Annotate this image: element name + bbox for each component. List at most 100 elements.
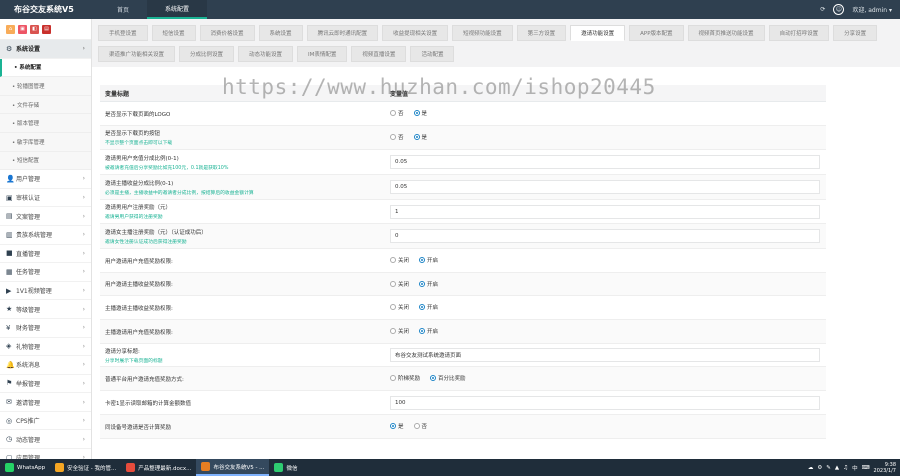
radio-option[interactable]: 百分比奖励	[430, 374, 466, 382]
radio-option[interactable]: 开启	[419, 327, 438, 335]
radio-unchecked-icon[interactable]	[390, 134, 396, 140]
sidebar-group[interactable]: ¥ 财务管理 ›	[0, 318, 91, 338]
radio-option[interactable]: 否	[413, 422, 427, 430]
setting-input[interactable]: 布谷交友测试系统邀请页面	[390, 348, 820, 362]
setting-input[interactable]: 100	[390, 395, 820, 410]
radio-checked-icon[interactable]	[413, 110, 420, 116]
tray-icon[interactable]: 中	[852, 464, 858, 472]
radio-option[interactable]: 开启	[419, 303, 438, 311]
settings-tab[interactable]: 手机登设置	[98, 25, 148, 41]
sidebar-group[interactable]: ◎ CPS推广 ›	[0, 411, 91, 431]
radio-unchecked-icon[interactable]	[390, 257, 396, 263]
sidebar-group[interactable]: ▤ 文案管理 ›	[0, 207, 91, 226]
sidebar-group[interactable]: 🔔 系统消息 ›	[0, 356, 91, 375]
setting-input[interactable]: 0	[390, 229, 820, 243]
sidebar-subitem[interactable]: • 文件存储	[0, 95, 91, 115]
sidebar-group[interactable]: ▶ 1V1视频管理 ›	[0, 281, 91, 301]
settings-tab[interactable]: 动态功能设置	[238, 46, 294, 62]
radio-unchecked-icon[interactable]	[413, 423, 420, 429]
setting-input[interactable]: 0.05	[390, 155, 820, 169]
radio-option[interactable]: 关闭	[390, 280, 409, 288]
radio-checked-icon[interactable]	[419, 304, 426, 310]
taskbar-app[interactable]: 产品整理最新.docx...	[121, 459, 196, 476]
tray-icon[interactable]: ⚙	[817, 465, 822, 471]
radio-checked-icon[interactable]	[430, 375, 437, 381]
settings-tab[interactable]: 收益提现相关设置	[382, 25, 449, 41]
radio-checked-icon[interactable]	[413, 134, 420, 140]
sidebar-group[interactable]: 👤 用户管理 ›	[0, 170, 91, 189]
radio-unchecked-icon[interactable]	[390, 280, 396, 287]
tray-icon[interactable]: ♫	[843, 465, 848, 471]
radio-checked-icon[interactable]	[390, 423, 396, 429]
settings-tab[interactable]: 视频直播设置	[351, 46, 407, 62]
radio-checked-icon[interactable]	[419, 257, 426, 263]
settings-tab[interactable]: 短信设置	[151, 25, 196, 41]
settings-tab[interactable]: IM表情配置	[297, 46, 348, 62]
sidebar-subitem[interactable]: • 短信配置	[0, 151, 91, 171]
top-tab-home[interactable]: 首页	[99, 0, 147, 19]
top-tab-system-config[interactable]: 系统配置	[147, 0, 208, 19]
sidebar-toggle-icon[interactable]: ◧	[30, 24, 39, 34]
radio-option[interactable]: 是	[413, 133, 427, 141]
sidebar-group[interactable]: ◷ 动态管理 ›	[0, 430, 91, 450]
home-icon[interactable]: ⌂	[6, 24, 15, 34]
settings-tab[interactable]: 分享设置	[833, 25, 878, 41]
settings-tab[interactable]: 自动打招呼设置	[768, 25, 830, 41]
radio-option[interactable]: 关闭	[390, 327, 409, 335]
user-menu[interactable]: 欢迎, admin ▾	[852, 5, 892, 14]
sidebar-subitem[interactable]: • 轮播图管理	[0, 77, 91, 96]
layout-icon[interactable]: ▣	[18, 24, 27, 34]
radio-checked-icon[interactable]	[419, 280, 426, 287]
settings-tab[interactable]: 渠道推广功能相关设置	[98, 46, 176, 62]
radio-option[interactable]: 开启	[419, 280, 438, 288]
settings-tab[interactable]: 短视频功能设置	[452, 25, 513, 41]
sidebar-group[interactable]: ✉ 邀请管理 ›	[0, 393, 91, 412]
tray-icon[interactable]: ▲	[835, 465, 839, 471]
sidebar-group[interactable]: ▣ 审核认证 ›	[0, 188, 91, 208]
sidebar-group[interactable]: ▥ 贵族系统管理 ›	[0, 225, 91, 245]
taskbar-app[interactable]: 微信	[269, 459, 302, 476]
settings-tab[interactable]: 第三方设置	[516, 25, 567, 41]
radio-unchecked-icon[interactable]	[390, 304, 396, 310]
taskbar-app[interactable]: WhatsApp	[0, 459, 50, 476]
radio-option[interactable]: 否	[390, 133, 404, 141]
radio-option[interactable]: 是	[390, 422, 404, 430]
list-icon[interactable]: ▤	[42, 24, 51, 34]
sidebar-group[interactable]: ▢ 应用管理 ›	[0, 449, 91, 459]
sidebar-group[interactable]: ★ 等级管理 ›	[0, 300, 91, 319]
radio-unchecked-icon[interactable]	[390, 328, 396, 334]
radio-option[interactable]: 开启	[419, 256, 438, 264]
settings-tab[interactable]: 邀请功能设置	[570, 25, 626, 41]
avatar[interactable]: ☺	[833, 4, 845, 15]
sidebar-group[interactable]: ■ 直播管理 ›	[0, 244, 91, 264]
sidebar-group[interactable]: ◈ 礼物管理 ›	[0, 337, 91, 357]
radio-unchecked-icon[interactable]	[390, 375, 396, 381]
sidebar-group[interactable]: ▦ 任务管理 ›	[0, 263, 91, 282]
sidebar-subitem[interactable]: • 版本管理	[0, 114, 91, 133]
tray-icon[interactable]: ☁	[808, 465, 814, 471]
radio-option[interactable]: 阶梯奖励	[390, 374, 420, 382]
radio-option[interactable]: 关闭	[390, 303, 409, 311]
setting-input[interactable]: 0.05	[390, 180, 820, 194]
radio-option[interactable]: 关闭	[390, 256, 409, 264]
settings-tab[interactable]: 腾讯云即时通讯配置	[306, 25, 379, 41]
settings-tab[interactable]: 消费价格设置	[199, 25, 255, 41]
settings-tab[interactable]: 系统设置	[258, 25, 303, 41]
tray-icon[interactable]: ✎	[826, 465, 831, 471]
tray-icon[interactable]: ⌨	[862, 465, 870, 471]
clock[interactable]: 9:38 2023/1/7	[874, 462, 896, 474]
radio-unchecked-icon[interactable]	[390, 110, 396, 116]
taskbar-app[interactable]: 安全验证 - 我的管...	[50, 459, 121, 476]
sidebar-group-system-settings[interactable]: ⚙ 系统设置 ›	[0, 40, 91, 59]
sidebar-subitem[interactable]: • 系统配置	[0, 58, 91, 78]
radio-option[interactable]: 否	[390, 109, 404, 117]
settings-tab[interactable]: 活动配置	[410, 46, 455, 62]
settings-tab[interactable]: 分成比例设置	[179, 46, 235, 62]
refresh-icon[interactable]: ⟳	[820, 6, 825, 13]
setting-input[interactable]: 1	[390, 204, 820, 219]
taskbar-app[interactable]: 布谷交友系统V5 - ...	[196, 459, 270, 476]
sidebar-group[interactable]: ⚑ 举报管理 ›	[0, 374, 91, 394]
settings-tab[interactable]: 视频首页推送功能设置	[687, 25, 765, 41]
radio-option[interactable]: 是	[413, 109, 427, 117]
sidebar-subitem[interactable]: • 敏字库管理	[0, 132, 91, 152]
